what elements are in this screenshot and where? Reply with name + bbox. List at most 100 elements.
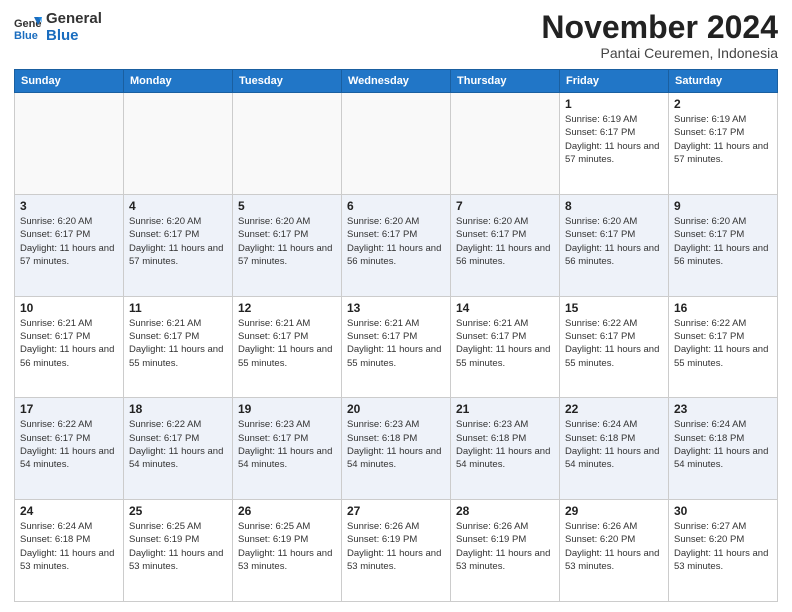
logo: General Blue General Blue <box>14 10 102 45</box>
calendar-day-cell: 26Sunrise: 6:25 AM Sunset: 6:19 PM Dayli… <box>233 500 342 602</box>
calendar-week-row: 1 Sunrise: 6:19 AM Sunset: 6:17 PM Daylig… <box>15 93 778 195</box>
calendar-day-cell <box>15 93 124 195</box>
day-number: 9 <box>674 199 772 213</box>
calendar-day-cell <box>342 93 451 195</box>
day-info: Sunrise: 6:21 AM Sunset: 6:17 PM Dayligh… <box>456 317 554 370</box>
calendar-day-cell: 28Sunrise: 6:26 AM Sunset: 6:19 PM Dayli… <box>451 500 560 602</box>
day-number: 29 <box>565 504 663 518</box>
header-thursday: Thursday <box>451 70 560 93</box>
day-number: 10 <box>20 301 118 315</box>
day-number: 16 <box>674 301 772 315</box>
day-number: 8 <box>565 199 663 213</box>
day-info: Sunrise: 6:21 AM Sunset: 6:17 PM Dayligh… <box>238 317 336 370</box>
day-info: Sunrise: 6:21 AM Sunset: 6:17 PM Dayligh… <box>20 317 118 370</box>
calendar-day-cell: 21 Sunrise: 6:23 AM Sunset: 6:18 PM Dayli… <box>451 398 560 500</box>
calendar-day-cell: 3Sunrise: 6:20 AM Sunset: 6:17 PM Daylig… <box>15 194 124 296</box>
day-number: 24 <box>20 504 118 518</box>
day-info: Sunrise: 6:20 AM Sunset: 6:17 PM Dayligh… <box>129 215 227 268</box>
calendar-day-cell: 22 Sunrise: 6:24 AM Sunset: 6:18 PM Dayli… <box>560 398 669 500</box>
day-info: Sunrise: 6:21 AM Sunset: 6:17 PM Dayligh… <box>129 317 227 370</box>
page: General Blue General Blue November 2024 … <box>0 0 792 612</box>
calendar-week-row: 3Sunrise: 6:20 AM Sunset: 6:17 PM Daylig… <box>15 194 778 296</box>
calendar-day-cell: 15 Sunrise: 6:22 AM Sunset: 6:17 PM Dayli… <box>560 296 669 398</box>
logo-general-text: General <box>46 10 102 27</box>
title-block: November 2024 Pantai Ceuremen, Indonesia <box>541 10 778 61</box>
day-info: Sunrise: 6:26 AM Sunset: 6:20 PM Dayligh… <box>565 520 663 573</box>
day-number: 13 <box>347 301 445 315</box>
header: General Blue General Blue November 2024 … <box>14 10 778 61</box>
calendar-day-cell: 14 Sunrise: 6:21 AM Sunset: 6:17 PM Dayli… <box>451 296 560 398</box>
day-info: Sunrise: 6:20 AM Sunset: 6:17 PM Dayligh… <box>238 215 336 268</box>
logo-icon: General Blue <box>14 13 42 41</box>
calendar-day-cell: 30Sunrise: 6:27 AM Sunset: 6:20 PM Dayli… <box>669 500 778 602</box>
day-info: Sunrise: 6:25 AM Sunset: 6:19 PM Dayligh… <box>129 520 227 573</box>
calendar-day-cell: 4 Sunrise: 6:20 AM Sunset: 6:17 PM Daylig… <box>124 194 233 296</box>
calendar-body: 1 Sunrise: 6:19 AM Sunset: 6:17 PM Daylig… <box>15 93 778 602</box>
calendar-day-cell <box>233 93 342 195</box>
day-number: 17 <box>20 402 118 416</box>
header-friday: Friday <box>560 70 669 93</box>
day-number: 7 <box>456 199 554 213</box>
calendar-day-cell <box>124 93 233 195</box>
calendar-day-cell: 12 Sunrise: 6:21 AM Sunset: 6:17 PM Dayli… <box>233 296 342 398</box>
svg-text:Blue: Blue <box>14 30 38 41</box>
day-info: Sunrise: 6:23 AM Sunset: 6:18 PM Dayligh… <box>456 418 554 471</box>
calendar-week-row: 24 Sunrise: 6:24 AM Sunset: 6:18 PM Dayli… <box>15 500 778 602</box>
day-number: 6 <box>347 199 445 213</box>
day-number: 23 <box>674 402 772 416</box>
day-info: Sunrise: 6:22 AM Sunset: 6:17 PM Dayligh… <box>565 317 663 370</box>
header-saturday: Saturday <box>669 70 778 93</box>
calendar-day-cell: 11Sunrise: 6:21 AM Sunset: 6:17 PM Dayli… <box>124 296 233 398</box>
day-number: 12 <box>238 301 336 315</box>
day-info: Sunrise: 6:20 AM Sunset: 6:17 PM Dayligh… <box>456 215 554 268</box>
day-info: Sunrise: 6:26 AM Sunset: 6:19 PM Dayligh… <box>456 520 554 573</box>
day-number: 5 <box>238 199 336 213</box>
day-info: Sunrise: 6:23 AM Sunset: 6:17 PM Dayligh… <box>238 418 336 471</box>
day-info: Sunrise: 6:21 AM Sunset: 6:17 PM Dayligh… <box>347 317 445 370</box>
day-number: 18 <box>129 402 227 416</box>
calendar-day-cell: 16 Sunrise: 6:22 AM Sunset: 6:17 PM Dayli… <box>669 296 778 398</box>
calendar-day-cell: 19 Sunrise: 6:23 AM Sunset: 6:17 PM Dayli… <box>233 398 342 500</box>
header-tuesday: Tuesday <box>233 70 342 93</box>
day-info: Sunrise: 6:19 AM Sunset: 6:17 PM Dayligh… <box>674 113 772 166</box>
calendar-day-cell: 17 Sunrise: 6:22 AM Sunset: 6:17 PM Dayli… <box>15 398 124 500</box>
calendar-day-cell: 5 Sunrise: 6:20 AM Sunset: 6:17 PM Daylig… <box>233 194 342 296</box>
calendar-day-cell: 8Sunrise: 6:20 AM Sunset: 6:17 PM Daylig… <box>560 194 669 296</box>
day-number: 25 <box>129 504 227 518</box>
day-info: Sunrise: 6:22 AM Sunset: 6:17 PM Dayligh… <box>674 317 772 370</box>
day-info: Sunrise: 6:20 AM Sunset: 6:17 PM Dayligh… <box>20 215 118 268</box>
day-number: 21 <box>456 402 554 416</box>
calendar-day-cell: 29 Sunrise: 6:26 AM Sunset: 6:20 PM Dayli… <box>560 500 669 602</box>
header-sunday: Sunday <box>15 70 124 93</box>
day-info: Sunrise: 6:19 AM Sunset: 6:17 PM Dayligh… <box>565 113 663 166</box>
day-info: Sunrise: 6:26 AM Sunset: 6:19 PM Dayligh… <box>347 520 445 573</box>
day-number: 27 <box>347 504 445 518</box>
day-number: 14 <box>456 301 554 315</box>
day-number: 4 <box>129 199 227 213</box>
day-info: Sunrise: 6:24 AM Sunset: 6:18 PM Dayligh… <box>565 418 663 471</box>
day-info: Sunrise: 6:22 AM Sunset: 6:17 PM Dayligh… <box>129 418 227 471</box>
day-number: 19 <box>238 402 336 416</box>
calendar-day-cell <box>451 93 560 195</box>
header-wednesday: Wednesday <box>342 70 451 93</box>
calendar-day-cell: 13 Sunrise: 6:21 AM Sunset: 6:17 PM Dayli… <box>342 296 451 398</box>
calendar-day-cell: 1 Sunrise: 6:19 AM Sunset: 6:17 PM Daylig… <box>560 93 669 195</box>
day-info: Sunrise: 6:20 AM Sunset: 6:17 PM Dayligh… <box>674 215 772 268</box>
day-number: 20 <box>347 402 445 416</box>
day-number: 26 <box>238 504 336 518</box>
calendar-week-row: 10 Sunrise: 6:21 AM Sunset: 6:17 PM Dayli… <box>15 296 778 398</box>
location: Pantai Ceuremen, Indonesia <box>541 45 778 61</box>
calendar-day-cell: 20Sunrise: 6:23 AM Sunset: 6:18 PM Dayli… <box>342 398 451 500</box>
day-number: 15 <box>565 301 663 315</box>
day-info: Sunrise: 6:20 AM Sunset: 6:17 PM Dayligh… <box>347 215 445 268</box>
day-info: Sunrise: 6:24 AM Sunset: 6:18 PM Dayligh… <box>20 520 118 573</box>
calendar-day-cell: 23 Sunrise: 6:24 AM Sunset: 6:18 PM Dayli… <box>669 398 778 500</box>
day-number: 22 <box>565 402 663 416</box>
day-number: 1 <box>565 97 663 111</box>
calendar-week-row: 17 Sunrise: 6:22 AM Sunset: 6:17 PM Dayli… <box>15 398 778 500</box>
calendar-day-cell: 18 Sunrise: 6:22 AM Sunset: 6:17 PM Dayli… <box>124 398 233 500</box>
calendar-day-cell: 7 Sunrise: 6:20 AM Sunset: 6:17 PM Daylig… <box>451 194 560 296</box>
day-info: Sunrise: 6:24 AM Sunset: 6:18 PM Dayligh… <box>674 418 772 471</box>
day-info: Sunrise: 6:27 AM Sunset: 6:20 PM Dayligh… <box>674 520 772 573</box>
day-info: Sunrise: 6:22 AM Sunset: 6:17 PM Dayligh… <box>20 418 118 471</box>
